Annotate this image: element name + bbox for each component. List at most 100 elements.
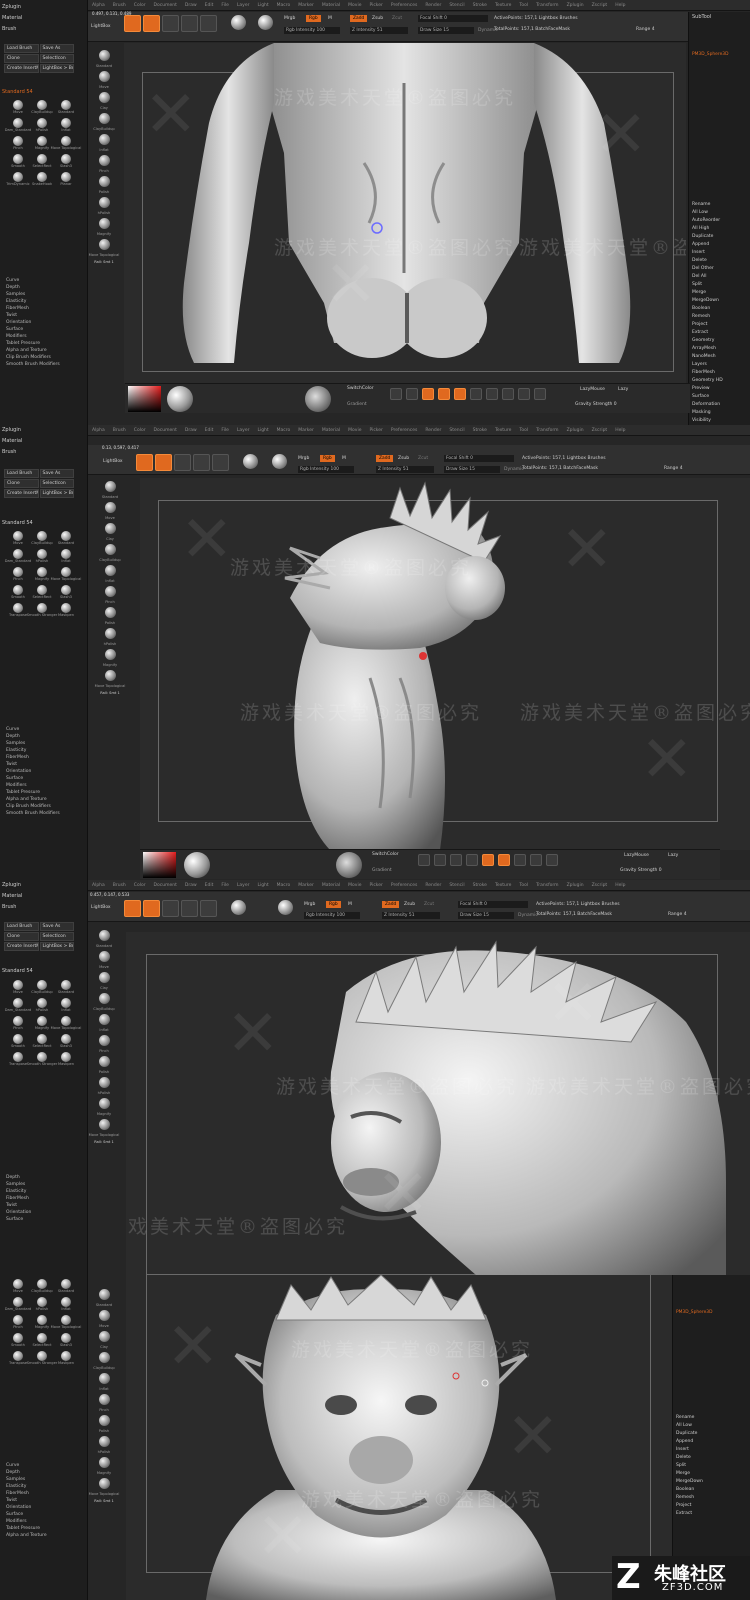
sphere-icon[interactable] <box>98 1415 110 1426</box>
menu-alpha[interactable]: Alpha <box>92 0 105 10</box>
menu-zplugin[interactable]: Zplugin <box>567 0 584 10</box>
submenu-clip-brush-modifiers[interactable]: Clip Brush Modifiers <box>6 355 60 360</box>
sphere-icon[interactable] <box>98 1077 110 1088</box>
lightbox-brushes-button[interactable]: LightBox > Brushes <box>39 64 74 73</box>
sphere-icon[interactable] <box>98 71 110 82</box>
brush-hpolish[interactable]: hPolish <box>32 118 52 134</box>
menu-macro[interactable]: Macro <box>277 425 291 435</box>
brush-dam-standard[interactable]: Dam_Standard <box>5 998 31 1014</box>
submenu-orientation[interactable]: Orientation <box>6 1505 47 1510</box>
zadd-button[interactable]: Zadd <box>382 901 400 908</box>
brush-standard[interactable]: Standard <box>56 531 76 547</box>
switch-color-label[interactable]: SwitchColor <box>347 386 374 391</box>
sphere-icon[interactable] <box>98 930 110 941</box>
edit-mode-button[interactable] <box>124 900 141 917</box>
menu-color[interactable]: Color <box>134 0 146 10</box>
switch-color-label[interactable]: SwitchColor <box>372 852 399 857</box>
material-sphere-icon[interactable] <box>258 15 273 30</box>
submenu-elasticity[interactable]: Elasticity <box>6 1484 47 1489</box>
sphere-icon[interactable] <box>98 1436 110 1447</box>
select-icon-button[interactable]: SelectIcon <box>39 479 74 488</box>
brush-inflat[interactable]: Inflat <box>56 998 76 1014</box>
stroke-icon[interactable] <box>434 854 446 866</box>
merge-down-button[interactable]: MergeDown <box>676 1479 703 1484</box>
move-mode-button[interactable] <box>162 900 179 917</box>
sphere-icon[interactable] <box>104 481 116 492</box>
sphere-icon[interactable] <box>98 1014 110 1025</box>
all-low-button[interactable]: All Low <box>676 1423 703 1428</box>
load-brush-button[interactable]: Load Brush <box>4 469 39 478</box>
menu-tool[interactable]: Tool <box>519 425 528 435</box>
rgb-button[interactable]: Rgb <box>306 15 321 22</box>
brush-move[interactable]: Move <box>8 1279 28 1295</box>
sphere-icon[interactable] <box>98 239 110 250</box>
gyro-sphere-icon[interactable] <box>243 454 258 469</box>
load-brush-button[interactable]: Load Brush <box>4 922 39 931</box>
remesh-button[interactable]: Remesh <box>692 314 723 319</box>
menu-zscript[interactable]: Zscript <box>592 425 608 435</box>
stroke-icon[interactable] <box>498 854 510 866</box>
brush-claybuildup[interactable]: ClayBuildup <box>31 1279 53 1295</box>
mrgb-button[interactable]: Mrgb <box>284 16 295 21</box>
menu-draw[interactable]: Draw <box>185 425 197 435</box>
menu-stroke[interactable]: Stroke <box>473 425 487 435</box>
create-insertmesh-button[interactable]: Create InsertMesh <box>4 489 39 498</box>
menu-layer[interactable]: Layer <box>237 425 250 435</box>
lightbox-brushes-button[interactable]: LightBox > Brushes <box>39 942 74 951</box>
submenu-depth[interactable]: Depth <box>6 1470 47 1475</box>
brush-selectrect[interactable]: SelectRect <box>32 585 52 601</box>
create-insertmesh-button[interactable]: Create InsertMesh <box>4 942 39 951</box>
sphere-icon[interactable] <box>98 113 110 124</box>
delete-button[interactable]: Delete <box>692 258 723 263</box>
brush-smooth[interactable]: Smooth <box>8 585 28 601</box>
menu-brush[interactable]: Brush <box>113 880 126 890</box>
sphere-icon[interactable] <box>104 565 116 576</box>
rename-button[interactable]: Rename <box>692 202 723 207</box>
brush-smooth-stronger[interactable]: Smooth Stronger <box>27 1351 57 1367</box>
zadd-button[interactable]: Zadd <box>376 455 394 462</box>
zsub-button[interactable]: Zsub <box>404 902 415 907</box>
menu-document[interactable]: Document <box>154 880 177 890</box>
brush-slash3[interactable]: Slash3 <box>56 1034 76 1050</box>
brush-move-topological[interactable]: Move Topological <box>51 136 81 152</box>
zcut-button[interactable]: Zcut <box>418 456 428 461</box>
draw-mode-button[interactable] <box>143 900 160 917</box>
brush-move-topological[interactable]: Move Topological <box>51 567 81 583</box>
brush-slash3[interactable]: Slash3 <box>56 585 76 601</box>
sphere-icon[interactable] <box>98 1478 110 1489</box>
brush-standard[interactable]: Standard <box>56 980 76 996</box>
submenu-curve[interactable]: Curve <box>6 278 60 283</box>
submenu-surface[interactable]: Surface <box>6 327 60 332</box>
rotate-mode-button[interactable] <box>200 900 217 917</box>
layers-menu[interactable]: Layers <box>692 362 723 367</box>
menu-stroke[interactable]: Stroke <box>473 880 487 890</box>
lightbox-button[interactable]: LightBox <box>91 905 111 910</box>
sphere-icon[interactable] <box>104 502 116 513</box>
nanomesh-menu[interactable]: NanoMesh <box>692 354 723 359</box>
sphere-icon[interactable] <box>104 523 116 534</box>
gravity-strength-slider[interactable]: Gravity Strength 0 <box>620 868 662 873</box>
rgb-intensity-slider[interactable]: Rgb Intensity 100 <box>284 27 340 34</box>
menu-light[interactable]: Light <box>257 880 268 890</box>
rgb-button[interactable]: Rgb <box>320 455 335 462</box>
brush-selectrect[interactable]: SelectRect <box>32 154 52 170</box>
draw-mode-button[interactable] <box>143 15 160 32</box>
menu-picker[interactable]: Picker <box>369 880 382 890</box>
menu-stencil[interactable]: Stencil <box>449 0 464 10</box>
brush-transpose[interactable]: Transpose <box>8 1052 28 1068</box>
stroke-icon[interactable] <box>418 854 430 866</box>
menu-brush[interactable]: Brush <box>113 0 126 10</box>
insert-button[interactable]: Insert <box>676 1447 703 1452</box>
submenu-samples[interactable]: Samples <box>6 1477 47 1482</box>
submenu-elasticity[interactable]: Elasticity <box>6 299 60 304</box>
menu-marker[interactable]: Marker <box>298 0 314 10</box>
submenu-depth[interactable]: Depth <box>6 1175 31 1180</box>
sphere-icon[interactable] <box>98 176 110 187</box>
menu-help[interactable]: Help <box>615 880 625 890</box>
boolean-button[interactable]: Boolean <box>692 306 723 311</box>
submenu-alpha-texture[interactable]: Alpha and Texture <box>6 797 60 802</box>
menu-help[interactable]: Help <box>615 0 625 10</box>
mrgb-button[interactable]: Mrgb <box>298 456 309 461</box>
focal-shift-slider[interactable]: Focal Shift 0 <box>458 901 528 908</box>
gravity-strength-slider[interactable]: Gravity Strength 0 <box>575 402 617 407</box>
